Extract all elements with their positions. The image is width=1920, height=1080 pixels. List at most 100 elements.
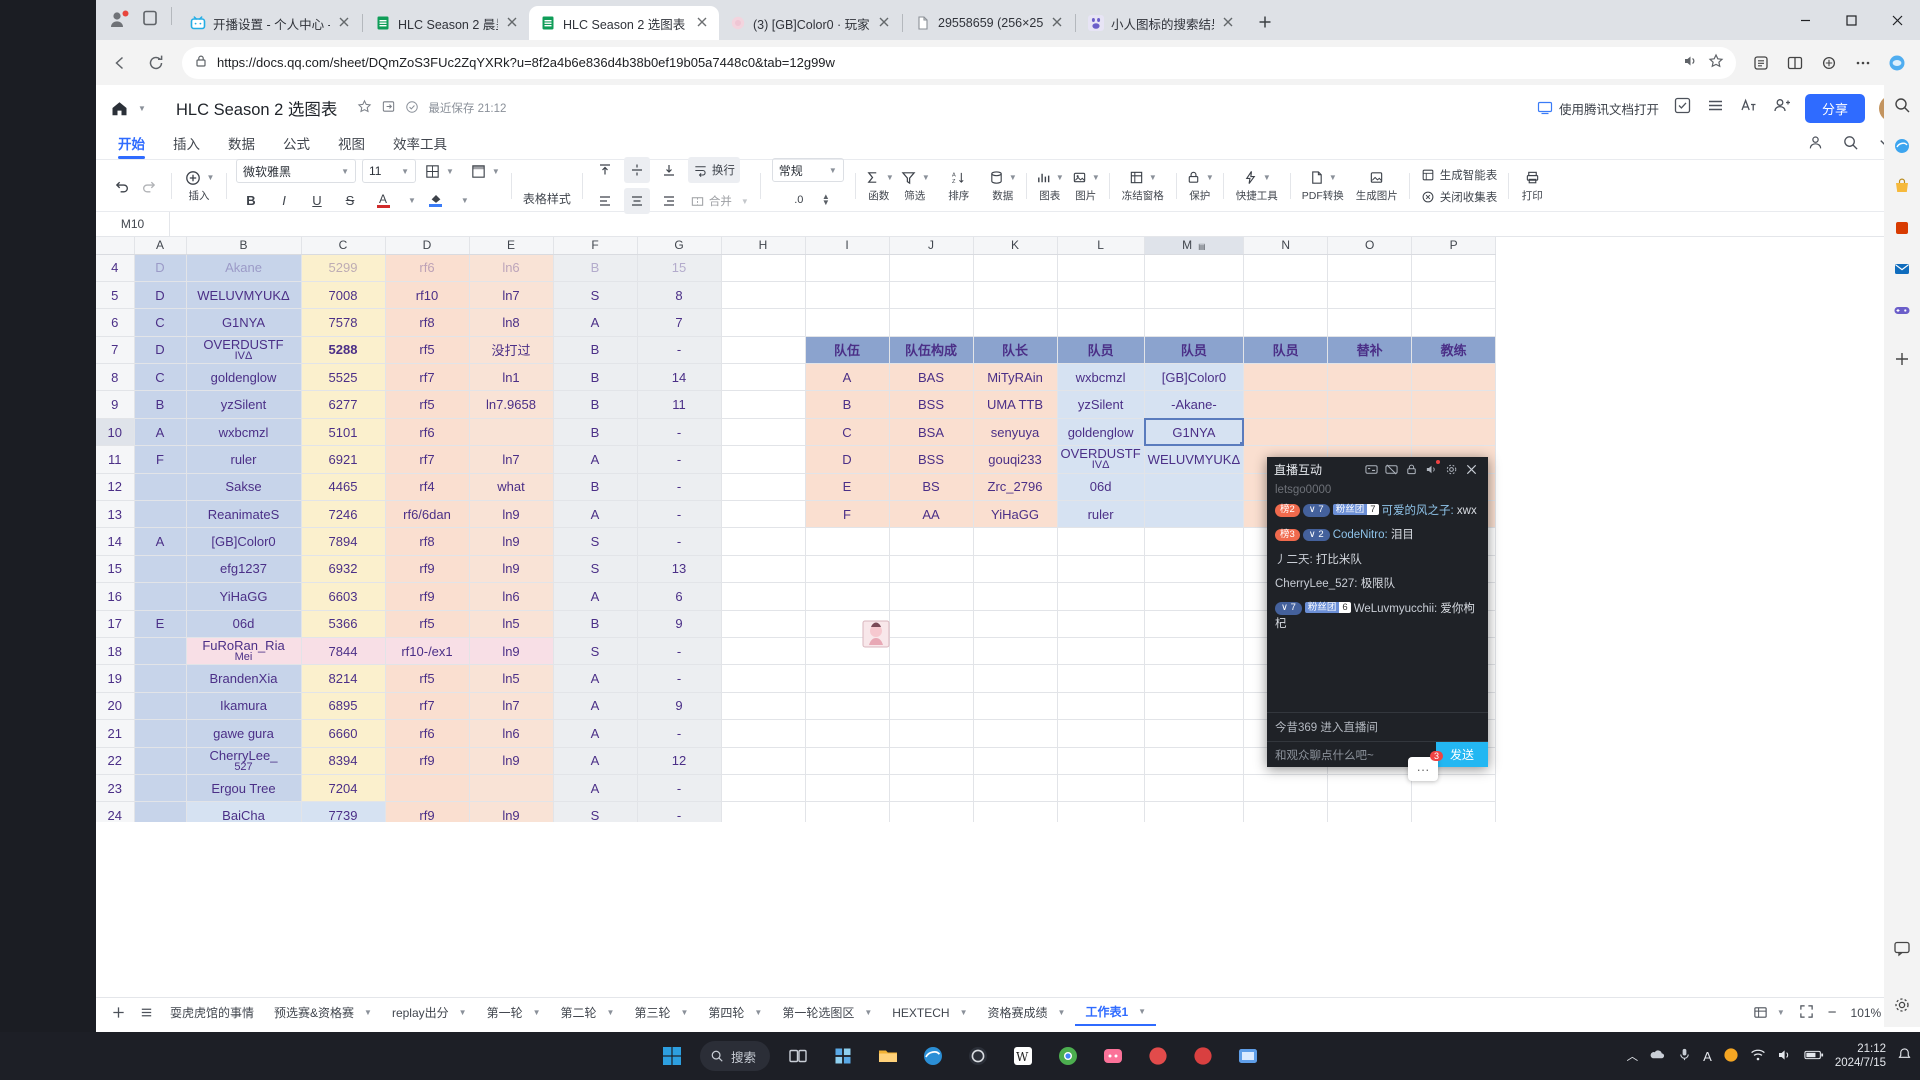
chevron-down-icon[interactable]: ▼ — [138, 104, 146, 113]
table-row[interactable]: 6 C G1NYA 7578 rf8 ln8 A 7 — [96, 308, 1497, 337]
row-header-8[interactable]: 8 — [96, 363, 135, 392]
grid-cell[interactable]: F — [805, 500, 890, 529]
sheet-tab-6[interactable]: 第四轮 ▼ — [698, 1000, 772, 1025]
grid-cell[interactable]: - — [637, 719, 722, 748]
grid-cell[interactable] — [805, 308, 890, 337]
chevron-down-icon[interactable]: ▼ — [533, 1008, 541, 1017]
grid-cell[interactable]: ruler — [1057, 500, 1145, 529]
grid-cell[interactable] — [805, 254, 890, 282]
grid-cell[interactable]: rf9 — [385, 582, 470, 611]
grid-cell[interactable]: - — [637, 637, 722, 666]
sheet-tab-active[interactable]: 工作表1 ▼ — [1075, 999, 1157, 1026]
grid-cell[interactable] — [805, 527, 890, 556]
grid-cell[interactable]: goldenglow — [186, 363, 302, 392]
grid-cell[interactable]: yzSilent — [1057, 390, 1145, 419]
battery-icon[interactable] — [1804, 1048, 1824, 1065]
grid-cell[interactable] — [889, 801, 974, 822]
chevron-down-icon[interactable]: ▼ — [960, 1008, 968, 1017]
chat-message-list[interactable]: letsgo0000 榜2 ∨ 7 粉丝团 7 可爱的风之子: xwx 榜3 ∨ 2 Cod… — [1267, 481, 1488, 712]
grid-cell[interactable] — [721, 555, 806, 584]
row-header-21[interactable]: 21 — [96, 719, 135, 748]
grid-cell[interactable] — [805, 281, 890, 310]
grid-cell[interactable] — [805, 692, 890, 721]
sheet-tab-4[interactable]: 第二轮 ▼ — [551, 1000, 625, 1025]
grid-cell[interactable]: - — [637, 664, 722, 693]
star-icon[interactable] — [357, 99, 372, 117]
grid-cell[interactable] — [973, 747, 1058, 775]
grid-cell[interactable] — [1144, 473, 1245, 502]
grid-cell[interactable] — [973, 527, 1058, 556]
browser-tab[interactable]: 开播设置 - 个人中心 - bilibili link — [179, 6, 361, 40]
grid-cell[interactable]: A — [805, 363, 890, 392]
grid-cell[interactable]: - — [637, 418, 722, 447]
grid-cell[interactable] — [721, 582, 806, 611]
copilot-icon[interactable] — [1882, 48, 1912, 78]
grid-cell[interactable]: efg1237 — [186, 555, 302, 584]
row-header-22[interactable]: 22 — [96, 747, 135, 775]
volume-icon[interactable] — [1777, 1047, 1793, 1066]
align-left-icon[interactable] — [592, 188, 618, 214]
row-header-16[interactable]: 16 — [96, 582, 135, 611]
table-row[interactable]: 5 D WELUVMYUKΔ 7008 rf10 ln7 S 8 — [96, 281, 1497, 310]
grid-cell[interactable]: BSA — [889, 418, 974, 447]
grid-cell[interactable]: 队员 — [1057, 336, 1145, 365]
grid-cell[interactable]: B — [805, 390, 890, 419]
grid-cell[interactable]: 13 — [637, 555, 722, 584]
settings-ellipsis-icon[interactable] — [1848, 48, 1878, 78]
grid-cell[interactable]: 7204 — [301, 774, 386, 803]
grid-cell[interactable]: rf5 — [385, 610, 470, 638]
grid-cell[interactable] — [973, 801, 1058, 822]
grid-cell[interactable]: ln9 — [469, 555, 554, 584]
open-in-tencent-docs-button[interactable]: 使用腾讯文档打开 — [1537, 99, 1659, 118]
obs-icon[interactable] — [961, 1039, 995, 1073]
grid-cell[interactable]: rf7 — [385, 445, 470, 474]
column-header-C[interactable]: C — [301, 237, 386, 255]
home-icon[interactable]: ▼ — [110, 99, 152, 118]
grid-cell[interactable]: ln7 — [469, 692, 554, 721]
row-header-10[interactable]: 10 — [96, 418, 135, 447]
grid-cell[interactable] — [1057, 801, 1145, 822]
chevron-down-icon[interactable]: ▼ — [408, 196, 416, 205]
grid-cell[interactable] — [973, 555, 1058, 584]
grid-cell[interactable]: 6921 — [301, 445, 386, 474]
outlook-icon[interactable] — [1890, 257, 1914, 281]
sheet-tab-0[interactable]: 耍虎虎馆的事情 — [160, 1000, 264, 1025]
wiki-icon[interactable]: W — [1006, 1039, 1040, 1073]
grid-cell[interactable]: gouqi233 — [973, 445, 1058, 474]
star-icon[interactable] — [1708, 53, 1724, 72]
grid-cell[interactable]: - — [637, 500, 722, 529]
grid-cell[interactable]: rf7 — [385, 363, 470, 392]
grid-cell[interactable]: S — [553, 801, 638, 822]
sheet-tab-9[interactable]: 资格赛成绩 ▼ — [978, 1000, 1076, 1025]
grid-cell[interactable]: 06d — [186, 610, 302, 638]
grid-cell[interactable]: 12 — [637, 747, 722, 775]
grid-cell[interactable]: A — [553, 582, 638, 611]
grid-cell[interactable]: B — [553, 363, 638, 392]
grid-cell[interactable]: ln9 — [469, 747, 554, 775]
grid-cell[interactable] — [1144, 692, 1245, 721]
grid-cell[interactable]: 7578 — [301, 308, 386, 337]
grid-cell[interactable] — [889, 774, 974, 803]
grid-cell[interactable] — [1144, 582, 1245, 611]
chevron-up-icon[interactable]: ︿ — [1627, 1048, 1639, 1064]
grid-cell[interactable] — [721, 390, 806, 419]
fill-bucket-icon[interactable] — [423, 187, 449, 213]
tab-search-icon[interactable] — [140, 8, 160, 33]
undo-icon[interactable] — [109, 173, 135, 199]
grid-cell[interactable] — [721, 637, 806, 666]
game-icon[interactable] — [1890, 298, 1914, 322]
grid-cell[interactable]: - — [637, 801, 722, 822]
edge-icon[interactable] — [916, 1039, 950, 1073]
grid-cell[interactable]: gawe gura — [186, 719, 302, 748]
grid-cell[interactable]: rf6 — [385, 254, 470, 282]
grid-cell[interactable] — [1144, 664, 1245, 693]
grid-cell[interactable]: 教练 — [1411, 336, 1497, 365]
grid-cell[interactable] — [1057, 719, 1145, 748]
number-format-select[interactable]: 常规 ▼ — [771, 158, 844, 182]
grid-cell[interactable]: BS — [889, 473, 974, 502]
name-box[interactable]: M10 — [96, 212, 170, 236]
grid-cell[interactable]: A — [553, 747, 638, 775]
column-header-I[interactable]: I — [805, 237, 890, 255]
grid-cell[interactable]: 11 — [637, 390, 722, 419]
grid-cell[interactable]: CherryLee_ 527 — [186, 747, 302, 775]
